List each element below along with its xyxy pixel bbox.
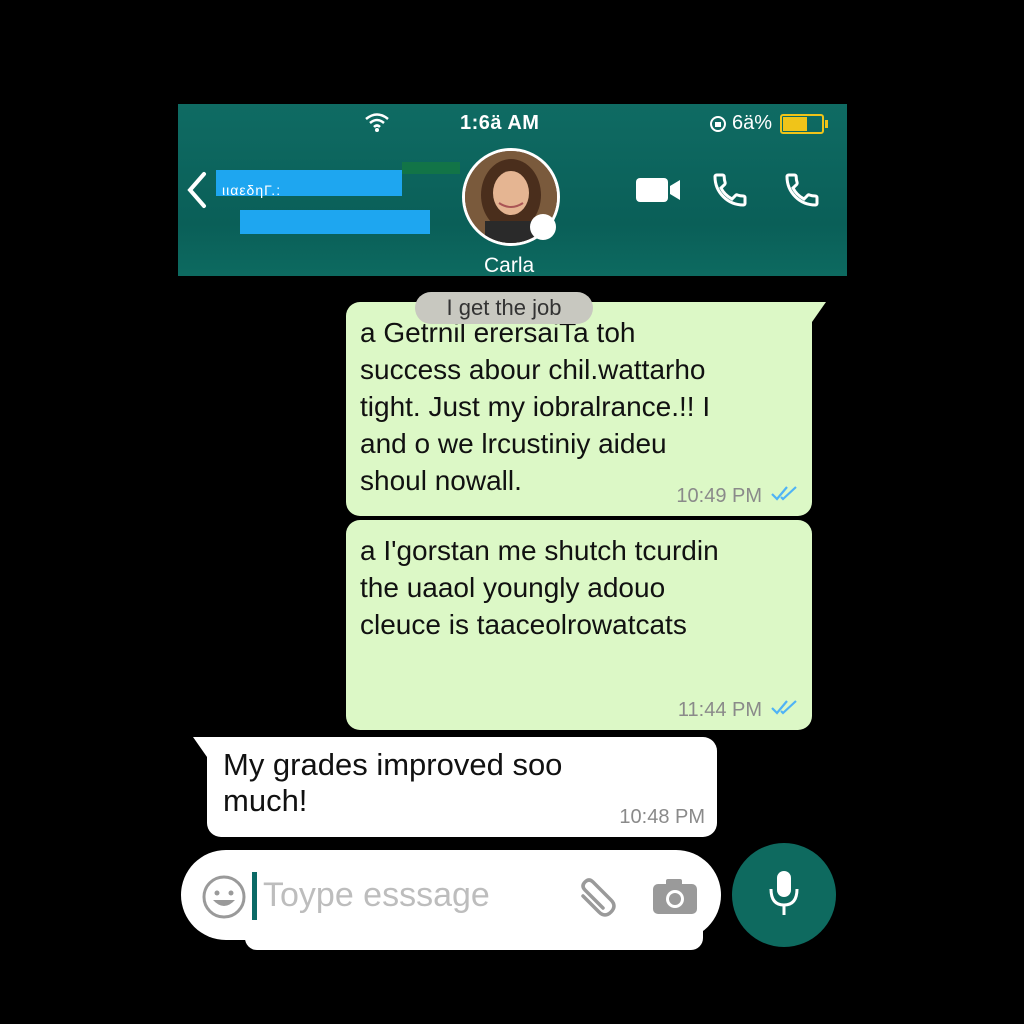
message-input[interactable]: Toype esssage — [263, 876, 490, 915]
message-bubble-incoming[interactable]: My grades improved soo much! 10:48 PM — [193, 737, 717, 837]
chat-header: 1:6ä AM 6ä% ιιαεδηΓ.: Carla — [178, 104, 847, 277]
message-meta: 11:44 PM — [678, 698, 800, 722]
phone-icon[interactable] — [782, 170, 822, 215]
chevron-left-icon[interactable] — [184, 170, 210, 210]
lock-rotation-icon — [710, 115, 726, 132]
message-bubble-outgoing[interactable]: a Getrnil erersaiTa toh success abour ch… — [346, 302, 826, 516]
message-text: My grades improved soo much! — [223, 747, 563, 818]
paperclip-icon[interactable] — [573, 874, 621, 927]
text-caret — [252, 872, 257, 920]
message-text: a Getrnil erersaiTa toh success abour ch… — [360, 317, 711, 496]
status-time: 1:6ä AM — [460, 112, 540, 134]
emoji-icon[interactable] — [201, 874, 247, 925]
online-status-dot — [530, 214, 556, 240]
message-time: 11:44 PM — [677, 698, 762, 721]
battery-indicator: 6ä% — [708, 112, 829, 135]
message-label-pill: I get the job — [415, 292, 593, 324]
message-composer[interactable]: Toype esssage — [181, 850, 721, 940]
status-bar: 1:6ä AM 6ä% — [178, 104, 847, 144]
message-time: 10:49 PM — [676, 484, 762, 507]
camera-icon[interactable] — [651, 876, 699, 921]
battery-icon — [780, 113, 829, 134]
redaction-bar — [402, 162, 460, 174]
message-time: 10:48 PM — [619, 806, 705, 828]
message-meta: 10:48 PM — [619, 806, 705, 829]
contact-subtitle: ιιαεδηΓ.: — [222, 182, 282, 198]
phone-icon[interactable] — [710, 170, 750, 215]
message-text: a I'gorstan me shutch tcurdin the uaaol … — [360, 535, 719, 640]
contact-name: Carla — [484, 254, 535, 277]
message-meta: 10:49 PM — [676, 484, 800, 508]
redaction-bar — [240, 210, 430, 234]
microphone-button[interactable] — [732, 843, 836, 947]
double-check-icon — [770, 484, 800, 508]
wifi-icon — [364, 112, 390, 138]
double-check-icon — [770, 698, 800, 722]
message-bubble-outgoing[interactable]: a I'gorstan me shutch tcurdin the uaaol … — [346, 520, 812, 730]
microphone-icon — [764, 867, 804, 924]
video-camera-icon[interactable] — [634, 174, 682, 211]
battery-percent: 6ä% — [732, 112, 773, 134]
